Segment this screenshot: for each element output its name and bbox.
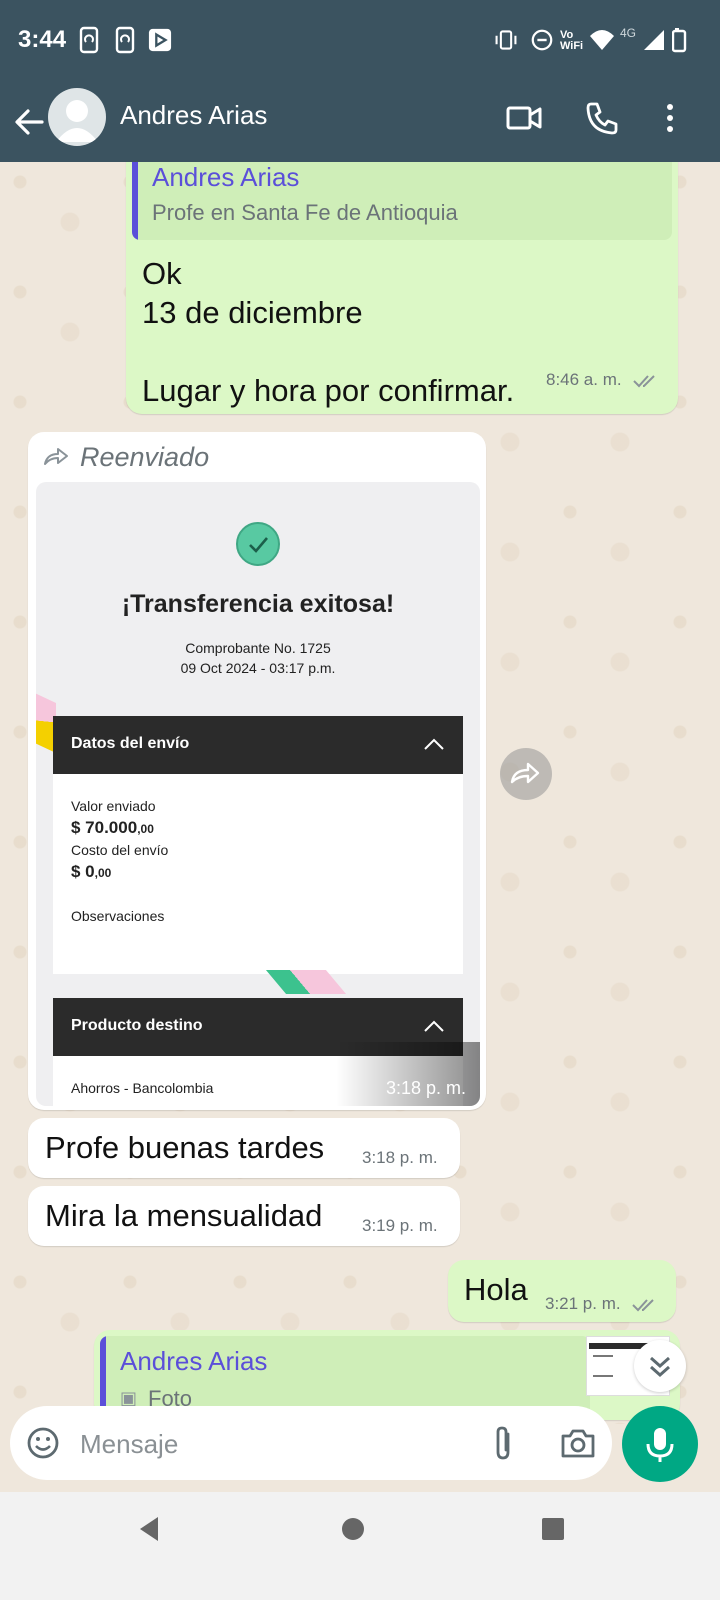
play-store-icon [148,28,172,52]
emoji-icon[interactable] [26,1426,60,1460]
microphone-icon [646,1428,674,1462]
forward-icon [510,762,540,784]
sent-value: $ 70.000,00 [71,818,154,838]
chevron-up-icon [424,1020,444,1032]
message-text: Ok 13 de diciembre Lugar y hora por conf… [142,256,515,408]
message-bubble-outgoing[interactable]: Hola 3:21 p. m. [448,1260,676,1322]
message-text: Mira la mensualidad [45,1198,323,1233]
vibrate-icon [495,30,517,50]
sent-label: Valor enviado [71,798,156,814]
receipt-image[interactable]: ¡Transferencia exitosa! Comprobante No. … [36,482,480,1106]
read-ticks-icon [632,1298,655,1311]
quote-author: Andres Arias [152,162,300,192]
quote-bar [132,162,138,240]
time-label: 3:21 p. m. [545,1294,621,1313]
wifi-icon [590,30,614,50]
receipt-section-body: Valor enviado $ 70.000,00 Costo del enví… [53,774,463,974]
time-label: 8:46 a. m. [546,370,622,389]
chat-area[interactable]: Andres Arias Profe en Santa Fe de Antioq… [0,162,720,1424]
section-title-2: Producto destino [71,1017,203,1034]
do-not-disturb-icon [531,29,553,51]
signal-icon [644,30,664,50]
fee-cents: ,00 [94,866,112,880]
nav-home-icon[interactable] [340,1516,366,1542]
avatar[interactable] [48,88,106,146]
double-chevron-down-icon [650,1356,670,1378]
person-icon [56,100,98,142]
fee-amount: $ 0 [71,862,95,881]
fee-value: $ 0,00 [71,862,111,882]
image-time: 3:18 p. m. [386,1078,467,1098]
video-call-icon[interactable] [504,98,544,138]
message-bubble-incoming[interactable]: Mira la mensualidad 3:19 p. m. [28,1186,460,1246]
message-bubble-incoming[interactable]: Profe buenas tardes 3:18 p. m. [28,1118,460,1178]
battery-icon [672,28,687,53]
receipt-section-header: Datos del envío [53,716,463,774]
phone-icon[interactable] [582,98,622,138]
message-text: Profe buenas tardes [45,1130,325,1165]
receipt-voucher: Comprobante No. 1725 [185,640,331,656]
forward-button[interactable] [500,748,552,800]
more-options-icon[interactable] [650,98,690,138]
section-title: Datos del envío [71,735,190,752]
product-label: Ahorros - Bancolombia [71,1080,214,1096]
contact-name[interactable]: Andres Arias [120,100,267,131]
success-check-icon [236,522,280,566]
message-text: Hola [464,1272,528,1307]
message-time: 3:21 p. m. [545,1294,659,1314]
chat-header: Andres Arias [0,82,720,162]
camera-icon[interactable] [558,1424,598,1462]
read-ticks-icon [633,374,656,387]
message-time: 3:19 p. m. [362,1216,438,1235]
message-input[interactable]: Mensaje [80,1429,178,1460]
system-nav-bar [0,1492,720,1600]
nav-recents-icon[interactable] [540,1516,566,1542]
message-time: 3:18 p. m. [362,1148,438,1167]
fee-label: Costo del envío [71,842,169,858]
attach-icon[interactable] [486,1424,520,1462]
screen-share-icon-2 [115,26,135,54]
screen-share-icon [79,26,99,54]
quoted-reply[interactable]: Andres Arias Profe en Santa Fe de Antioq… [132,162,672,240]
receipt-title: ¡Transferencia exitosa! [121,590,395,618]
chevron-up-icon [424,738,444,750]
back-arrow-icon[interactable] [12,100,46,144]
message-composer[interactable]: Mensaje [10,1406,612,1480]
status-time: 3:44 [18,26,67,53]
notes-label: Observaciones [71,908,165,924]
sent-cents: ,00 [137,822,154,836]
quote-text: Profe en Santa Fe de Antioquia [152,200,458,225]
forwarded-label: Reenviado [80,442,210,472]
voice-message-button[interactable] [622,1406,698,1482]
status-bar: 3:44 Vo WiFi 4G [0,0,720,82]
forward-icon [44,448,68,465]
message-time: 8:46 a. m. [546,370,660,390]
scroll-down-button[interactable] [634,1340,686,1392]
nav-back-icon[interactable] [136,1514,162,1544]
quote-author: Andres Arias [120,1346,268,1376]
message-bubble-outgoing[interactable]: Andres Arias Profe en Santa Fe de Antioq… [126,162,678,414]
vowifi-label: Vo WiFi [560,29,584,52]
sent-amount: $ 70.000 [71,818,138,837]
network-type: 4G [620,26,637,40]
receipt-datetime: 09 Oct 2024 - 03:17 p.m. [180,660,336,676]
